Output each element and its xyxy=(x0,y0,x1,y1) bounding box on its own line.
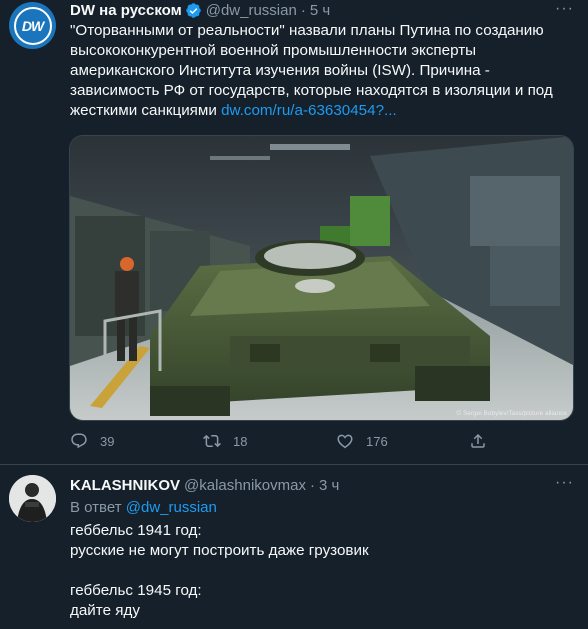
author-handle[interactable]: @kalashnikovmax xyxy=(184,477,306,494)
replying-to: В ответ @dw_russian xyxy=(70,499,217,516)
reply-count: 39 xyxy=(100,433,115,449)
avatar-kalashnikov[interactable] xyxy=(9,475,56,522)
like-button[interactable]: 176 xyxy=(336,432,388,450)
tweet-line: русские не могут построить даже грузовик xyxy=(70,542,369,559)
tweet-time[interactable]: 3 ч xyxy=(319,477,339,494)
like-icon xyxy=(337,434,353,449)
separator-dot: · xyxy=(300,2,306,19)
reply-to-handle[interactable]: @dw_russian xyxy=(126,499,217,516)
verified-badge-icon xyxy=(185,3,201,18)
author-name[interactable]: KALASHNIKOV xyxy=(70,477,180,494)
retweet-icon xyxy=(203,434,221,448)
factory-tank-image xyxy=(70,136,573,420)
separator-dot: · xyxy=(309,477,315,494)
tweet-line: геббельс 1941 год: xyxy=(70,522,202,539)
tweet-dw[interactable]: DW DW на русском @dw_russian · 5 ч ··· "… xyxy=(0,0,588,465)
tweet-line xyxy=(70,561,570,581)
photo-credit: © Sergei Bobylev/Tass/picture alliance xyxy=(456,410,567,417)
tweet-header: DW на русском @dw_russian · 5 ч xyxy=(70,2,330,19)
more-options-icon[interactable]: ··· xyxy=(555,0,574,18)
author-handle[interactable]: @dw_russian xyxy=(206,2,297,19)
dw-logo: DW xyxy=(13,6,52,45)
tweet-text: "Оторванными от реальности" назвали план… xyxy=(70,21,580,121)
tweet-line: геббельс 1945 год: xyxy=(70,582,202,599)
tweet-link[interactable]: dw.com/ru/a-63630454?... xyxy=(221,102,397,119)
tweet-line: дайте яду xyxy=(70,602,140,619)
reply-button[interactable]: 39 xyxy=(70,432,114,450)
share-icon xyxy=(471,433,485,448)
avatar-dw[interactable]: DW xyxy=(9,2,56,49)
more-options-icon[interactable]: ··· xyxy=(555,474,574,492)
retweet-button[interactable]: 18 xyxy=(203,432,247,450)
tweet-text: геббельс 1941 год: русские не могут пост… xyxy=(70,521,570,621)
tweet-actions: 39 18 176 xyxy=(70,432,490,454)
reply-prefix: В ответ xyxy=(70,499,126,516)
retweet-count: 18 xyxy=(233,433,248,449)
reply-icon xyxy=(71,433,87,449)
share-button[interactable] xyxy=(469,432,499,450)
avatar-image xyxy=(9,475,56,522)
tweet-time[interactable]: 5 ч xyxy=(310,2,330,19)
tweet-header: KALASHNIKOV @kalashnikovmax · 3 ч xyxy=(70,477,339,494)
like-count: 176 xyxy=(366,433,388,449)
tweet-photo[interactable]: © Sergei Bobylev/Tass/picture alliance xyxy=(69,135,574,421)
tweet-kalashnikov[interactable]: KALASHNIKOV @kalashnikovmax · 3 ч ··· В … xyxy=(0,466,588,629)
author-name[interactable]: DW на русском xyxy=(70,2,182,19)
